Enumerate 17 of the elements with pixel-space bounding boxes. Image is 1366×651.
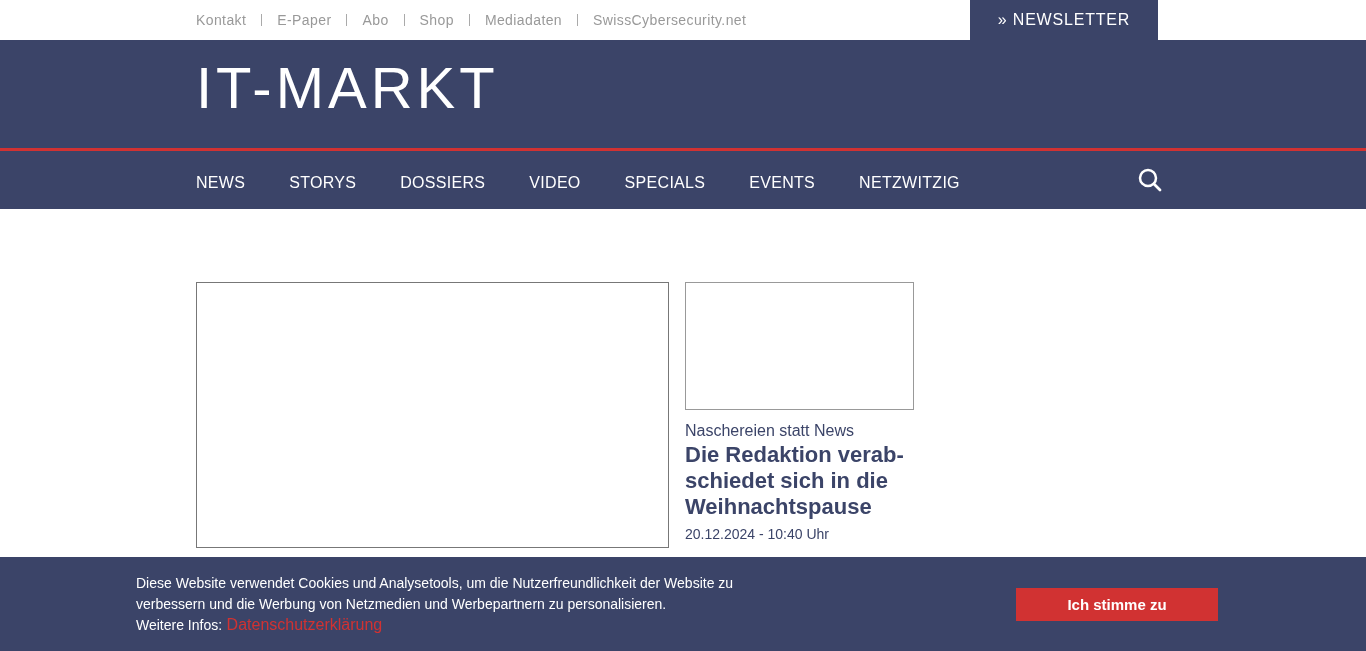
nav-link[interactable]: STORYS (289, 174, 357, 192)
newsletter-button[interactable]: » NEWSLETTER (970, 0, 1158, 40)
accept-button[interactable]: Ich stimme zu (1016, 587, 1218, 621)
cookie-notice: Diese Website verwendet Cookies und Analysetools, um die Nutzerfreundlichkeit der Website zu verbessern und die Werbung von Netzmedien und Werbepartnern zu personalisieren. (136, 573, 735, 614)
nav-link[interactable]: NETZWITZIG (859, 174, 960, 192)
nav-link[interactable]: NEWS (196, 174, 246, 192)
site-logo[interactable]: IT-MARKT (196, 59, 499, 117)
nav-link[interactable]: DOSSIERS (400, 174, 486, 192)
article-headline[interactable]: Die Redaktion verab-schiedet sich in die Weihnachtspause (685, 442, 905, 520)
search-icon[interactable] (1138, 168, 1162, 192)
nav-link[interactable]: EVENTS (749, 174, 816, 192)
article-date: 20.12.2024 - 10:40 Uhr (685, 526, 830, 542)
nav-link[interactable]: SPECIALS (624, 174, 706, 192)
nav-link[interactable]: VIDEO (529, 174, 581, 192)
more-info-label: Weitere Infos: (136, 616, 223, 633)
image-placeholder[interactable] (685, 282, 914, 410)
article-kicker: Naschereien statt News (685, 422, 855, 440)
